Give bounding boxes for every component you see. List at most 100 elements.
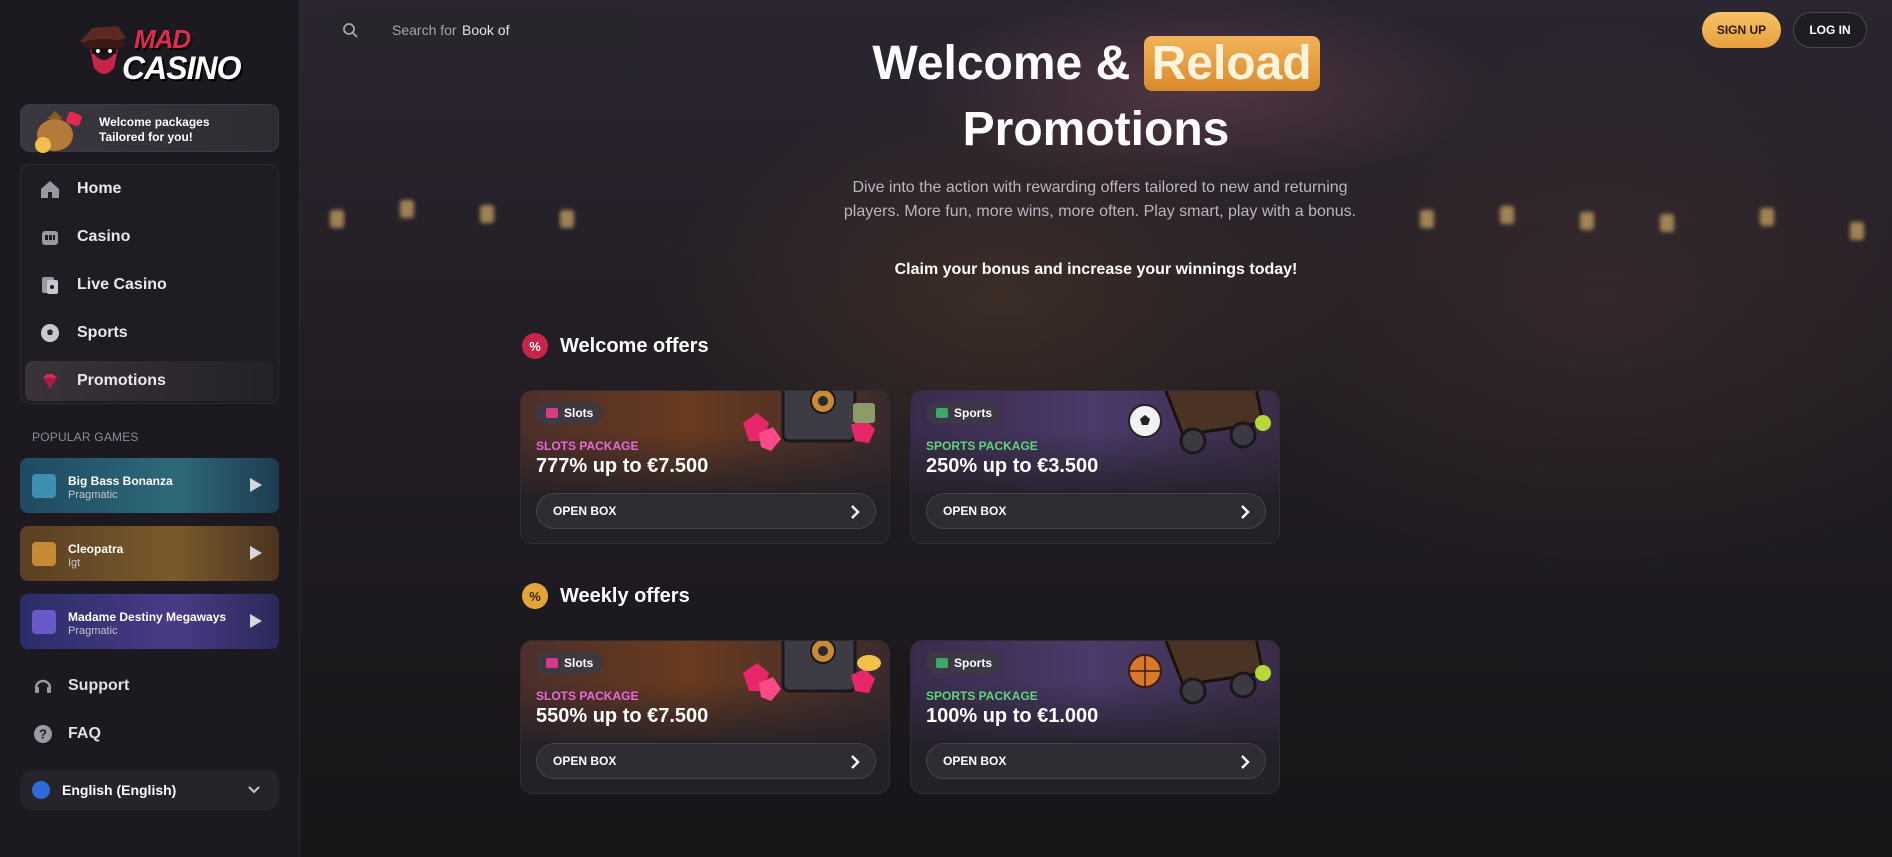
money-bag-icon <box>35 111 82 153</box>
nav-item-casino[interactable]: Casino <box>25 217 274 257</box>
percent-badge-icon: % <box>522 333 548 359</box>
chevron-right-icon <box>1241 755 1250 769</box>
game-name: Madame Destiny Megaways <box>68 610 227 624</box>
background-light <box>480 205 494 223</box>
popular-game-cleopatra[interactable]: Cleopatra Igt <box>20 526 279 581</box>
chip-label: Sports <box>954 406 993 420</box>
hero-title-text: Welcome & <box>872 37 1131 90</box>
language-selector[interactable]: English (English) <box>20 770 279 810</box>
sidebar: MAD CASINO Welcome packages Tailored for… <box>0 0 300 857</box>
play-icon[interactable] <box>249 477 263 493</box>
section-title: Weekly offers <box>560 584 690 607</box>
soccer-ball-icon <box>39 322 61 344</box>
chip-label: Slots <box>564 406 594 420</box>
casino-icon <box>39 226 61 248</box>
category-chip-sports: Sports <box>926 652 1003 674</box>
game-thumbnail <box>32 474 56 498</box>
hero-title-line1: Welcome & Reload <box>300 36 1892 91</box>
package-type: SPORTS PACKAGE <box>926 689 1038 703</box>
logo-text-casino: CASINO <box>122 50 241 86</box>
nav-label: Home <box>77 180 122 197</box>
safe-with-gems-icon <box>743 641 881 701</box>
nav-item-promotions[interactable]: Promotions <box>25 361 274 401</box>
background-light <box>400 200 414 218</box>
package-type: SLOTS PACKAGE <box>536 689 639 703</box>
game-thumbnail <box>32 542 56 566</box>
game-name: Big Bass Bonanza <box>68 474 173 488</box>
open-box-label: OPEN BOX <box>943 504 1007 518</box>
background-light <box>1850 222 1864 240</box>
package-type: SLOTS PACKAGE <box>536 439 639 453</box>
open-box-button[interactable]: OPEN BOX <box>926 743 1266 779</box>
background-light <box>1420 210 1434 228</box>
chevron-down-icon <box>248 786 260 794</box>
package-amount: 550% up to €7.500 <box>536 705 709 727</box>
headset-icon <box>34 679 52 693</box>
background-light <box>560 210 574 228</box>
game-provider: Pragmatic <box>68 489 118 501</box>
nav-item-live-casino[interactable]: Live Casino <box>25 265 274 305</box>
background-light <box>330 210 344 228</box>
hero-title-highlight: Reload <box>1143 36 1320 91</box>
bandit-mascot-icon <box>80 26 126 74</box>
open-box-label: OPEN BOX <box>553 754 617 768</box>
chevron-right-icon <box>851 755 860 769</box>
chevron-right-icon <box>1241 505 1250 519</box>
main-nav: Home Casino Live Casino Sports Promotion… <box>20 164 279 404</box>
offer-card-sports-welcome[interactable]: Sports SPORTS PACKAGE 250% up to €3.500 … <box>910 390 1280 544</box>
section-title: Welcome offers <box>560 334 709 357</box>
game-thumbnail <box>32 610 56 634</box>
faq-label: FAQ <box>68 725 101 742</box>
hero-description: Dive into the action with rewarding offe… <box>843 179 1357 220</box>
background-light <box>1580 212 1594 230</box>
open-box-label: OPEN BOX <box>943 754 1007 768</box>
offer-card-slots-welcome[interactable]: Slots SLOTS PACKAGE 777% up to €7.500 OP… <box>520 390 890 544</box>
nav-label: Casino <box>77 228 131 245</box>
open-box-label: OPEN BOX <box>553 504 617 518</box>
popular-game-madame-destiny-megaways[interactable]: Madame Destiny Megaways Pragmatic <box>20 594 279 649</box>
hero-cta: Claim your bonus and increase your winni… <box>894 261 1298 278</box>
package-type: SPORTS PACKAGE <box>926 439 1038 453</box>
open-box-button[interactable]: OPEN BOX <box>536 493 876 529</box>
app-root: MAD CASINO Welcome packages Tailored for… <box>0 0 1892 857</box>
play-icon[interactable] <box>249 545 263 561</box>
nav-item-home[interactable]: Home <box>25 169 274 209</box>
welcome-packages-subtitle: Tailored for you! <box>99 130 193 144</box>
safe-with-gems-icon <box>743 391 875 451</box>
nav-label: Live Casino <box>77 276 167 293</box>
welcome-packages-title: Welcome packages <box>99 115 210 129</box>
main-content: Search for Book of SIGN UP LOG IN Welcom… <box>300 0 1892 857</box>
question-icon: ? <box>34 725 52 743</box>
mine-cart-with-ball-icon <box>1128 391 1271 455</box>
game-provider: Igt <box>68 557 81 569</box>
background-light <box>1760 208 1774 226</box>
welcome-packages-banner[interactable]: Welcome packages Tailored for you! <box>20 104 279 153</box>
nav-item-sports[interactable]: Sports <box>25 313 274 353</box>
language-label: English (English) <box>62 782 177 798</box>
faq-link[interactable]: ? FAQ <box>32 720 101 748</box>
game-provider: Pragmatic <box>68 625 118 637</box>
hero-title-line2: Promotions <box>962 103 1230 156</box>
open-box-button[interactable]: OPEN BOX <box>926 493 1266 529</box>
weekly-offers-heading: % Weekly offers <box>522 582 690 610</box>
category-chip-slots: Slots <box>536 402 604 424</box>
offer-card-sports-weekly[interactable]: Sports SPORTS PACKAGE 100% up to €1.000 … <box>910 640 1280 794</box>
welcome-offers-heading: % Welcome offers <box>522 332 709 360</box>
offer-card-slots-weekly[interactable]: Slots SLOTS PACKAGE 550% up to €7.500 OP… <box>520 640 890 794</box>
category-chip-slots: Slots <box>536 652 604 674</box>
logo[interactable]: MAD CASINO <box>78 18 241 88</box>
support-link[interactable]: Support <box>32 672 129 700</box>
popular-game-big-bass-bonanza[interactable]: Big Bass Bonanza Pragmatic <box>20 458 279 513</box>
play-icon[interactable] <box>249 613 263 629</box>
background-light <box>1660 214 1674 232</box>
slots-icon <box>546 408 558 418</box>
support-label: Support <box>68 677 130 694</box>
sports-icon <box>936 408 948 418</box>
svg-text:?: ? <box>39 727 47 742</box>
open-box-button[interactable]: OPEN BOX <box>536 743 876 779</box>
package-amount: 777% up to €7.500 <box>536 455 709 477</box>
percent-badge-icon: % <box>522 583 548 609</box>
live-casino-icon <box>39 274 61 296</box>
package-amount: 100% up to €1.000 <box>926 705 1099 727</box>
category-chip-sports: Sports <box>926 402 1003 424</box>
